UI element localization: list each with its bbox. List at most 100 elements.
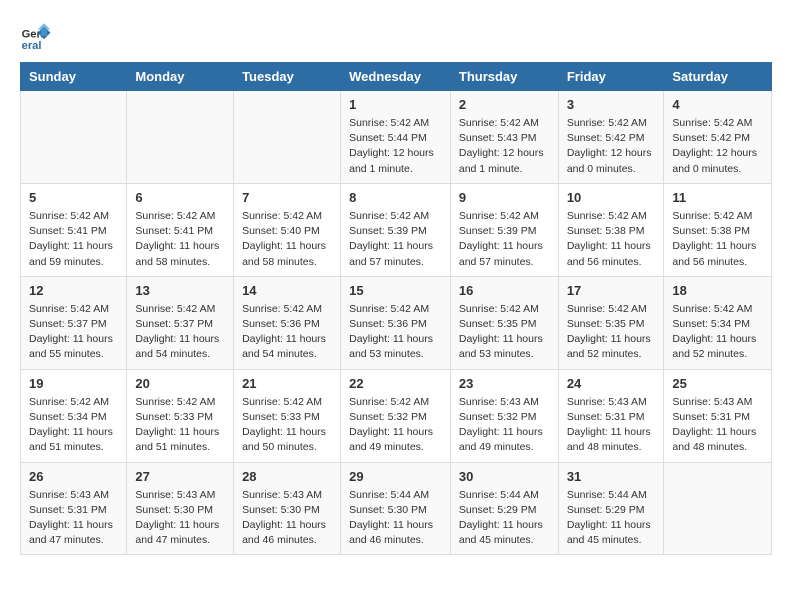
calendar-cell	[21, 91, 127, 184]
day-number: 21	[242, 376, 332, 391]
calendar-cell: 29 Sunrise: 5:44 AM Sunset: 5:30 PM Dayli…	[341, 462, 451, 555]
calendar-cell: 30Sunrise: 5:44 AM Sunset: 5:29 PM Dayli…	[450, 462, 558, 555]
calendar-cell: 31 Sunrise: 5:44 AM Sunset: 5:29 PM Dayli…	[558, 462, 664, 555]
day-detail: Sunrise: 5:43 AM Sunset: 5:30 PM Dayligh…	[135, 488, 225, 549]
day-number: 9	[459, 190, 550, 205]
day-detail: Sunrise: 5:44 AM Sunset: 5:29 PM Dayligh…	[567, 488, 656, 549]
day-number: 10	[567, 190, 656, 205]
day-detail: Sunrise: 5:42 AM Sunset: 5:43 PM Dayligh…	[459, 116, 550, 177]
day-number: 17	[567, 283, 656, 298]
calendar-cell: 23 Sunrise: 5:43 AM Sunset: 5:32 PM Dayli…	[450, 369, 558, 462]
logo: Gen eral	[20, 20, 56, 52]
calendar-cell: 16Sunrise: 5:42 AM Sunset: 5:35 PM Dayli…	[450, 276, 558, 369]
weekday-header-thursday: Thursday	[450, 63, 558, 91]
day-detail: Sunrise: 5:42 AM Sunset: 5:41 PM Dayligh…	[135, 209, 225, 270]
day-detail: Sunrise: 5:42 AM Sunset: 5:38 PM Dayligh…	[672, 209, 763, 270]
day-number: 22	[349, 376, 442, 391]
day-number: 2	[459, 97, 550, 112]
calendar-cell: 15Sunrise: 5:42 AM Sunset: 5:36 PM Dayli…	[341, 276, 451, 369]
day-detail: Sunrise: 5:42 AM Sunset: 5:39 PM Dayligh…	[349, 209, 442, 270]
calendar-cell: 11 Sunrise: 5:42 AM Sunset: 5:38 PM Dayli…	[664, 183, 772, 276]
day-number: 11	[672, 190, 763, 205]
day-detail: Sunrise: 5:43 AM Sunset: 5:32 PM Dayligh…	[459, 395, 550, 456]
calendar-cell: 7 Sunrise: 5:42 AM Sunset: 5:40 PM Daylig…	[234, 183, 341, 276]
day-number: 20	[135, 376, 225, 391]
day-detail: Sunrise: 5:42 AM Sunset: 5:34 PM Dayligh…	[29, 395, 118, 456]
day-number: 24	[567, 376, 656, 391]
calendar-cell: 17 Sunrise: 5:42 AM Sunset: 5:35 PM Dayli…	[558, 276, 664, 369]
day-detail: Sunrise: 5:42 AM Sunset: 5:33 PM Dayligh…	[242, 395, 332, 456]
day-number: 13	[135, 283, 225, 298]
calendar-cell: 8 Sunrise: 5:42 AM Sunset: 5:39 PM Daylig…	[341, 183, 451, 276]
day-number: 23	[459, 376, 550, 391]
calendar-cell: 13 Sunrise: 5:42 AM Sunset: 5:37 PM Dayli…	[127, 276, 234, 369]
calendar-cell: 2 Sunrise: 5:42 AM Sunset: 5:43 PM Daylig…	[450, 91, 558, 184]
calendar-cell: 26 Sunrise: 5:43 AM Sunset: 5:31 PM Dayli…	[21, 462, 127, 555]
day-number: 26	[29, 469, 118, 484]
calendar-cell: 19 Sunrise: 5:42 AM Sunset: 5:34 PM Dayli…	[21, 369, 127, 462]
calendar-cell	[664, 462, 772, 555]
calendar-cell: 25 Sunrise: 5:43 AM Sunset: 5:31 PM Dayli…	[664, 369, 772, 462]
calendar-cell: 20 Sunrise: 5:42 AM Sunset: 5:33 PM Dayli…	[127, 369, 234, 462]
weekday-header-saturday: Saturday	[664, 63, 772, 91]
calendar-cell: 6 Sunrise: 5:42 AM Sunset: 5:41 PM Daylig…	[127, 183, 234, 276]
calendar-cell: 14 Sunrise: 5:42 AM Sunset: 5:36 PM Dayli…	[234, 276, 341, 369]
day-number: 28	[242, 469, 332, 484]
calendar-cell	[234, 91, 341, 184]
day-detail: Sunrise: 5:42 AM Sunset: 5:42 PM Dayligh…	[672, 116, 763, 177]
calendar-cell: 5 Sunrise: 5:42 AM Sunset: 5:41 PM Daylig…	[21, 183, 127, 276]
day-detail: Sunrise: 5:42 AM Sunset: 5:44 PM Dayligh…	[349, 116, 442, 177]
calendar-cell: 4 Sunrise: 5:42 AM Sunset: 5:42 PM Daylig…	[664, 91, 772, 184]
calendar-cell: 21 Sunrise: 5:42 AM Sunset: 5:33 PM Dayli…	[234, 369, 341, 462]
calendar-cell: 10Sunrise: 5:42 AM Sunset: 5:38 PM Dayli…	[558, 183, 664, 276]
day-number: 12	[29, 283, 118, 298]
day-detail: Sunrise: 5:42 AM Sunset: 5:36 PM Dayligh…	[242, 302, 332, 363]
weekday-header-monday: Monday	[127, 63, 234, 91]
day-detail: Sunrise: 5:42 AM Sunset: 5:40 PM Dayligh…	[242, 209, 332, 270]
day-number: 8	[349, 190, 442, 205]
calendar-cell: 22 Sunrise: 5:42 AM Sunset: 5:32 PM Dayli…	[341, 369, 451, 462]
weekday-header-sunday: Sunday	[21, 63, 127, 91]
week-row-5: 26 Sunrise: 5:43 AM Sunset: 5:31 PM Dayli…	[21, 462, 772, 555]
calendar-table: SundayMondayTuesdayWednesdayThursdayFrid…	[20, 62, 772, 555]
day-number: 25	[672, 376, 763, 391]
day-detail: Sunrise: 5:43 AM Sunset: 5:31 PM Dayligh…	[29, 488, 118, 549]
day-detail: Sunrise: 5:43 AM Sunset: 5:31 PM Dayligh…	[672, 395, 763, 456]
calendar-cell: 1Sunrise: 5:42 AM Sunset: 5:44 PM Daylig…	[341, 91, 451, 184]
calendar-cell	[127, 91, 234, 184]
day-detail: Sunrise: 5:42 AM Sunset: 5:37 PM Dayligh…	[29, 302, 118, 363]
weekday-header-tuesday: Tuesday	[234, 63, 341, 91]
day-detail: Sunrise: 5:43 AM Sunset: 5:30 PM Dayligh…	[242, 488, 332, 549]
day-detail: Sunrise: 5:42 AM Sunset: 5:37 PM Dayligh…	[135, 302, 225, 363]
day-number: 6	[135, 190, 225, 205]
day-number: 29	[349, 469, 442, 484]
day-detail: Sunrise: 5:43 AM Sunset: 5:31 PM Dayligh…	[567, 395, 656, 456]
day-detail: Sunrise: 5:42 AM Sunset: 5:41 PM Dayligh…	[29, 209, 118, 270]
day-detail: Sunrise: 5:42 AM Sunset: 5:33 PM Dayligh…	[135, 395, 225, 456]
day-number: 31	[567, 469, 656, 484]
day-detail: Sunrise: 5:44 AM Sunset: 5:30 PM Dayligh…	[349, 488, 442, 549]
day-number: 16	[459, 283, 550, 298]
weekday-header-row: SundayMondayTuesdayWednesdayThursdayFrid…	[21, 63, 772, 91]
weekday-header-wednesday: Wednesday	[341, 63, 451, 91]
day-number: 19	[29, 376, 118, 391]
day-number: 3	[567, 97, 656, 112]
page-header: Gen eral	[20, 20, 772, 52]
day-detail: Sunrise: 5:42 AM Sunset: 5:34 PM Dayligh…	[672, 302, 763, 363]
calendar-cell: 3 Sunrise: 5:42 AM Sunset: 5:42 PM Daylig…	[558, 91, 664, 184]
day-detail: Sunrise: 5:42 AM Sunset: 5:36 PM Dayligh…	[349, 302, 442, 363]
day-detail: Sunrise: 5:42 AM Sunset: 5:35 PM Dayligh…	[567, 302, 656, 363]
calendar-cell: 12 Sunrise: 5:42 AM Sunset: 5:37 PM Dayli…	[21, 276, 127, 369]
day-number: 7	[242, 190, 332, 205]
day-number: 4	[672, 97, 763, 112]
calendar-cell: 9Sunrise: 5:42 AM Sunset: 5:39 PM Daylig…	[450, 183, 558, 276]
day-detail: Sunrise: 5:42 AM Sunset: 5:32 PM Dayligh…	[349, 395, 442, 456]
svg-text:eral: eral	[22, 40, 42, 52]
day-number: 14	[242, 283, 332, 298]
day-number: 5	[29, 190, 118, 205]
calendar-cell: 27Sunrise: 5:43 AM Sunset: 5:30 PM Dayli…	[127, 462, 234, 555]
weekday-header-friday: Friday	[558, 63, 664, 91]
day-detail: Sunrise: 5:42 AM Sunset: 5:42 PM Dayligh…	[567, 116, 656, 177]
week-row-3: 12 Sunrise: 5:42 AM Sunset: 5:37 PM Dayli…	[21, 276, 772, 369]
day-number: 18	[672, 283, 763, 298]
